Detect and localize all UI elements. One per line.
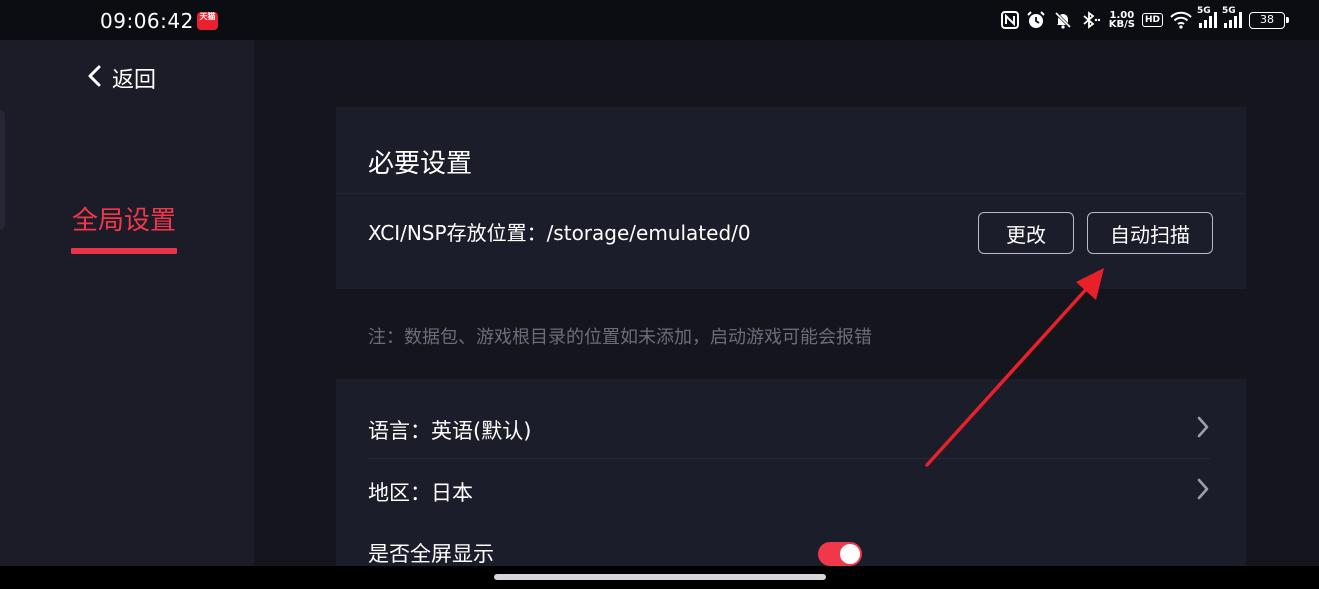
language-row[interactable]: 语言：英语(默认): [368, 397, 1210, 459]
status-time: 09:06:42: [100, 9, 194, 33]
status-bar: 09:06:42 天猫 1.00 KB/S HD 5G 5G 38: [0, 0, 1319, 40]
divider: [336, 193, 1246, 194]
nfc-icon: [1000, 9, 1019, 31]
back-button[interactable]: 返回: [86, 62, 156, 94]
sidebar-edge-handle: [0, 110, 5, 230]
signal-icon-2: 5G: [1222, 6, 1242, 28]
signal-icon-1: 5G: [1197, 6, 1217, 28]
status-icons: 1.00 KB/S HD 5G 5G 38: [1000, 6, 1289, 32]
chevron-left-icon: [86, 64, 102, 92]
toggle-knob: [840, 544, 860, 564]
required-settings-card: 必要设置 XCI/NSP存放位置：/storage/emulated/0 更改 …: [336, 107, 1246, 289]
active-indicator: [71, 248, 177, 254]
region-label: 地区：日本: [368, 481, 473, 505]
chevron-right-icon: [1196, 477, 1210, 505]
fullscreen-label: 是否全屏显示: [368, 542, 494, 566]
network-type-1: 5G: [1197, 6, 1211, 16]
back-label: 返回: [112, 68, 157, 93]
tmall-app-icon: 天猫: [197, 12, 218, 30]
bluetooth-icon: [1080, 9, 1102, 31]
main-content: 必要设置 XCI/NSP存放位置：/storage/emulated/0 更改 …: [254, 40, 1319, 579]
network-speed-unit: KB/S: [1108, 19, 1135, 30]
network-speed: 1.00 KB/S: [1108, 11, 1135, 30]
alarm-icon: [1026, 9, 1046, 31]
network-type-2: 5G: [1222, 6, 1236, 16]
sidebar: 返回 全局设置: [0, 40, 254, 566]
sidebar-item-global-settings[interactable]: 全局设置: [71, 200, 177, 254]
chevron-right-icon: [1196, 415, 1210, 443]
auto-scan-button[interactable]: 自动扫描: [1087, 212, 1213, 254]
wifi-icon: [1170, 9, 1192, 31]
sidebar-item-label: 全局设置: [71, 206, 176, 236]
region-row[interactable]: 地区：日本: [368, 459, 1210, 521]
hd-badge: HD: [1141, 13, 1163, 27]
system-navigation-bar: [0, 566, 1319, 589]
section-title: 必要设置: [368, 149, 473, 179]
mute-icon: [1053, 9, 1073, 31]
storage-path-label: XCI/NSP存放位置：/storage/emulated/0: [368, 221, 751, 245]
change-button[interactable]: 更改: [978, 212, 1074, 254]
language-label: 语言：英语(默认): [368, 419, 532, 443]
battery-icon: 38: [1249, 11, 1289, 29]
note-text: 注：数据包、游戏根目录的位置如未添加，启动游戏可能会报错: [368, 327, 872, 348]
general-settings-card: 语言：英语(默认) 地区：日本 是否全屏显示: [336, 379, 1246, 579]
fullscreen-toggle[interactable]: [818, 542, 862, 566]
home-gesture-bar[interactable]: [494, 574, 826, 580]
screen: 09:06:42 天猫 1.00 KB/S HD 5G 5G 38 返回 全局设…: [0, 0, 1319, 589]
